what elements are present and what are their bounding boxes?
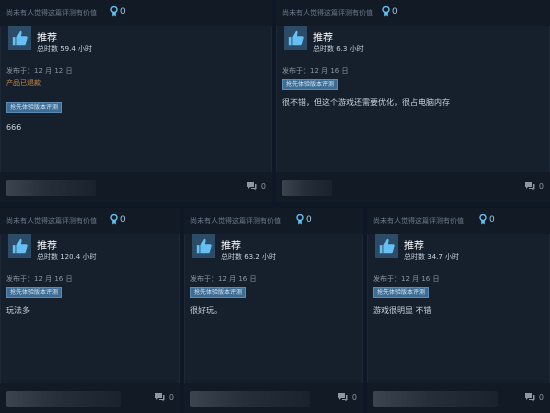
review-card: 尚未有人觉得这篇评测有价值 0 推荐 总时数 59.4 小时 发布于：12 月 …	[0, 0, 272, 202]
award-count: 0	[120, 6, 126, 17]
thumbs-up-icon	[196, 238, 212, 254]
review-footer: 0	[276, 172, 550, 202]
early-access-tag: 抢先体验版本评测	[190, 287, 247, 298]
review-header: 尚未有人觉得这篇评测有价值 0	[0, 208, 180, 234]
posted-date: 发布于：12 月 12 日	[6, 67, 73, 75]
thumbs-up-icon	[288, 30, 304, 46]
review-card: 尚未有人觉得这篇评测有价值 0 推荐 总时数 63.2 小时 发布于：12 月 …	[184, 208, 363, 413]
recommendation-title[interactable]: 推荐	[37, 237, 57, 252]
award-button[interactable]: 0	[110, 214, 126, 225]
posted-date: 发布于：12 月 16 日	[6, 275, 73, 283]
review-card: 尚未有人觉得这篇评测有价值 0 推荐 总时数 6.3 小时 发布于：12 月 1…	[276, 0, 550, 202]
comment-count: 0	[168, 392, 174, 402]
early-access-tag: 抢先体验版本评测	[6, 102, 63, 113]
helpful-count-text: 尚未有人觉得这篇评测有价值	[6, 9, 97, 17]
helpful-count-text: 尚未有人觉得这篇评测有价值	[282, 9, 373, 17]
award-button[interactable]: 0	[296, 214, 312, 225]
review-text: 玩法多	[6, 306, 30, 315]
comments-button[interactable]: 0	[154, 392, 174, 402]
early-access-tag: 抢先体验版本评测	[373, 287, 430, 298]
award-count: 0	[489, 214, 495, 225]
review-text: 很不错，但这个游戏还需要优化，很占电脑内存	[282, 98, 450, 107]
award-count: 0	[120, 214, 126, 225]
review-text: 游戏很明显 不错	[373, 306, 432, 315]
recommendation-title[interactable]: 推荐	[221, 237, 241, 252]
award-count: 0	[306, 214, 312, 225]
recommend-badge	[192, 234, 215, 258]
comments-button[interactable]: 0	[337, 392, 357, 402]
review-footer: 0	[367, 383, 550, 413]
comment-count: 0	[538, 181, 544, 191]
recommendation-title[interactable]: 推荐	[313, 29, 333, 44]
award-button[interactable]: 0	[479, 214, 495, 225]
review-footer: 0	[0, 383, 180, 413]
posted-date: 发布于：12 月 16 日	[282, 67, 349, 75]
hours-played: 总时数 6.3 小时	[313, 45, 364, 53]
posted-date: 发布于：12 月 16 日	[373, 275, 440, 283]
speech-bubble-icon	[337, 393, 348, 402]
comments-button[interactable]: 0	[246, 181, 266, 191]
award-ribbon-icon	[382, 6, 390, 17]
posted-date: 发布于：12 月 16 日	[190, 275, 257, 283]
award-ribbon-icon	[479, 214, 487, 225]
award-count: 0	[392, 6, 398, 17]
review-footer: 0	[0, 172, 272, 202]
award-ribbon-icon	[110, 214, 118, 225]
award-button[interactable]: 0	[110, 6, 126, 17]
thumbs-up-icon	[12, 238, 28, 254]
recommend-badge	[8, 26, 31, 50]
hours-played: 总时数 34.7 小时	[404, 253, 460, 261]
review-card: 尚未有人觉得这篇评测有价值 0 推荐 总时数 34.7 小时 发布于：12 月 …	[367, 208, 550, 413]
comment-count: 0	[538, 392, 544, 402]
comments-button[interactable]: 0	[524, 181, 544, 191]
recommendation-title[interactable]: 推荐	[404, 237, 424, 252]
thumbs-up-icon	[379, 238, 395, 254]
helpful-count-text: 尚未有人觉得这篇评测有价值	[6, 217, 97, 225]
review-card: 尚未有人觉得这篇评测有价值 0 推荐 总时数 120.4 小时 发布于：12 月…	[0, 208, 180, 413]
recommend-badge	[8, 234, 31, 258]
thumbs-up-icon	[12, 30, 28, 46]
award-button[interactable]: 0	[382, 6, 398, 17]
author-avatar[interactable]	[190, 391, 310, 407]
helpful-count-text: 尚未有人觉得这篇评测有价值	[190, 217, 281, 225]
helpful-count-text: 尚未有人觉得这篇评测有价值	[373, 217, 464, 225]
author-avatar[interactable]	[6, 391, 121, 407]
author-avatar[interactable]	[6, 180, 96, 196]
recommend-badge	[375, 234, 398, 258]
hours-played: 总时数 120.4 小时	[37, 253, 97, 261]
author-avatar[interactable]	[373, 391, 498, 407]
review-header: 尚未有人觉得这篇评测有价值 0	[184, 208, 363, 234]
early-access-tag: 抢先体验版本评测	[282, 79, 339, 90]
comment-count: 0	[351, 392, 357, 402]
review-footer: 0	[184, 383, 363, 413]
early-access-tag: 抢先体验版本评测	[6, 287, 63, 298]
comment-count: 0	[260, 181, 266, 191]
speech-bubble-icon	[524, 393, 535, 402]
review-header: 尚未有人觉得这篇评测有价值 0	[367, 208, 550, 234]
refunded-label: 产品已退款	[6, 79, 41, 87]
review-text: 666	[6, 123, 22, 132]
recommendation-title[interactable]: 推荐	[37, 29, 57, 44]
review-header: 尚未有人觉得这篇评测有价值 0	[276, 0, 550, 26]
recommend-badge	[284, 26, 307, 50]
review-header: 尚未有人觉得这篇评测有价值 0	[0, 0, 272, 26]
award-ribbon-icon	[296, 214, 304, 225]
speech-bubble-icon	[524, 182, 535, 191]
hours-played: 总时数 63.2 小时	[221, 253, 277, 261]
speech-bubble-icon	[154, 393, 165, 402]
review-text: 很好玩。	[190, 306, 222, 315]
comments-button[interactable]: 0	[524, 392, 544, 402]
award-ribbon-icon	[110, 6, 118, 17]
speech-bubble-icon	[246, 182, 257, 191]
hours-played: 总时数 59.4 小时	[37, 45, 93, 53]
author-avatar[interactable]	[282, 180, 332, 196]
